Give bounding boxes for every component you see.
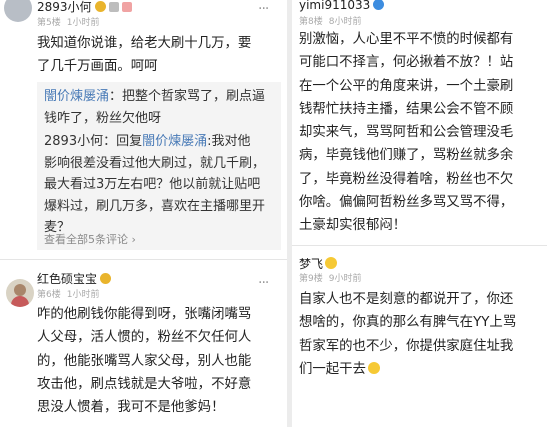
fan-badge-icon bbox=[121, 2, 132, 12]
comment-username[interactable]: 红色硕宝宝 bbox=[37, 270, 112, 287]
comment-line: 的，他能张嘴骂人家父母，别人也能 bbox=[37, 353, 252, 369]
floor-number: 第8楼 bbox=[299, 17, 323, 27]
comment-line: 思没人惯着，我可不是他爹妈！ bbox=[37, 400, 225, 416]
reply-word: ：回复 bbox=[103, 134, 143, 149]
comment-line: 了几千万画面。呵呵 bbox=[37, 59, 158, 75]
more-options-icon[interactable]: ··· bbox=[258, 1, 269, 17]
reply-target-link[interactable]: 闇价煉屡涌 bbox=[142, 134, 207, 149]
comment-line: 病，毕竟钱他们赚了，骂粉丝就多余 bbox=[299, 148, 514, 164]
winking-face-icon bbox=[325, 257, 338, 269]
comment-body: 自家人也不是刻意的都说开了，你还 想啥的，你真的那么有脾气在YY上骂 哲家军的也… bbox=[299, 288, 516, 381]
reply-text: 最大看过3万左右吧？他以前就让贴吧 bbox=[44, 177, 261, 192]
post-time: 8小时前 bbox=[328, 17, 362, 27]
reply-text: 影响很差没看过他大刷过，就几千刷， bbox=[44, 155, 266, 171]
comment-meta: 第9楼 9小时前 bbox=[299, 271, 367, 284]
post-time: 1小时前 bbox=[66, 290, 100, 300]
reply-text: 钱咋了，粉丝欠他呀 bbox=[44, 110, 162, 126]
comment-meta: 第5楼 1小时前 bbox=[37, 15, 105, 28]
reply-text: 爆料过，刷几万多，喜欢在主播哪里开 bbox=[44, 198, 266, 214]
comment-line: 可能口不择言，何必揪着不放？！站 bbox=[299, 55, 514, 71]
avatar[interactable] bbox=[4, 0, 32, 22]
comment-line: 想啥的，你真的那么有脾气在YY上骂 bbox=[299, 315, 517, 331]
username-text: 2893小何 bbox=[37, 0, 92, 14]
comment-body: 别激恼，人心里不平不愤的时候都有 可能口不择言，何必揪着不放？！站 在一个公平的… bbox=[299, 28, 513, 238]
avatar-figure-icon bbox=[14, 284, 26, 296]
more-options-icon[interactable]: ··· bbox=[258, 275, 269, 291]
level-badge-icon bbox=[100, 273, 112, 284]
chevron-right-icon: › bbox=[131, 233, 136, 246]
comment-username[interactable]: 梦飞 bbox=[299, 255, 338, 272]
floor-number: 第5楼 bbox=[37, 18, 61, 28]
comment-line: 攻击他，刷点钱就是大爷啦，不好意 bbox=[37, 376, 252, 392]
member-badge-icon bbox=[108, 2, 119, 12]
reply-text: :我对他 bbox=[207, 134, 251, 149]
post-time: 9小时前 bbox=[328, 274, 362, 284]
comment-line: 钱帮忙扶持主播，结果公会不管不顾 bbox=[299, 101, 514, 117]
verified-badge-icon bbox=[373, 0, 385, 10]
avatar[interactable] bbox=[6, 279, 34, 307]
comment-line: 们一起干去 bbox=[299, 361, 366, 377]
reply-author[interactable]: 2893小何 bbox=[44, 134, 103, 149]
username-text: 梦飞 bbox=[299, 257, 324, 271]
level-badge-icon bbox=[94, 1, 106, 12]
comment-line: 土豪却实很郁闷！ bbox=[299, 218, 407, 234]
avatar-body-icon bbox=[11, 296, 29, 307]
see-all-replies-link[interactable]: 查看全部5条评论 › bbox=[44, 231, 136, 247]
comment-body: 咋的他刷钱你能得到呀，张嘴闭嘴骂 人父母，活人惯的，粉丝不欠任何人 的，他能张嘴… bbox=[37, 303, 251, 419]
floor-number: 第6楼 bbox=[37, 290, 61, 300]
divider bbox=[0, 259, 287, 260]
comment-line: 自家人也不是刻意的都说开了，你还 bbox=[299, 292, 514, 307]
comment-line: 在一个公平的角度来讲，一个土豪刷 bbox=[299, 78, 514, 94]
comment-username[interactable]: yimi911033 bbox=[299, 0, 385, 12]
comment-line: 我知道你说谁，给老大刷十几万，要 bbox=[37, 36, 252, 51]
comment-line: 却实来气，骂骂阿哲和公会管理没毛 bbox=[299, 125, 514, 141]
comment-line: 咋的他刷钱你能得到呀，张嘴闭嘴骂 bbox=[37, 307, 252, 322]
comment-meta: 第8楼 8小时前 bbox=[299, 14, 367, 27]
divider bbox=[292, 245, 547, 246]
reply-author-link[interactable]: 闇价煉屡涌 bbox=[44, 89, 109, 104]
floor-number: 第9楼 bbox=[299, 274, 323, 284]
post-time: 1小时前 bbox=[66, 18, 100, 28]
username-text: yimi911033 bbox=[299, 0, 371, 12]
comment-username[interactable]: 2893小何 bbox=[37, 0, 132, 15]
comment-line: 你啥。偏偏阿哲粉丝多骂又骂不得， bbox=[299, 195, 514, 211]
comment-body: 我知道你说谁，给老大刷十几万，要 了几千万画面。呵呵 bbox=[37, 32, 251, 79]
comment-line: 了，毕竟粉丝没得着啥，粉丝也不欠 bbox=[299, 171, 514, 187]
comment-line: 别激恼，人心里不平不愤的时候都有 bbox=[299, 32, 514, 47]
comment-line: 哲家军的也不少，你提供家庭住址我 bbox=[299, 338, 514, 354]
reply-item[interactable]: 闇价煉屡涌：把整个哲家骂了，刷点逼 钱咋了，粉丝欠他呀 bbox=[44, 86, 265, 129]
see-all-label: 查看全部5条评论 bbox=[44, 233, 128, 246]
reply-item[interactable]: 2893小何：回复闇价煉屡涌:我对他 影响很差没看过他大刷过，就几千刷， 最大看… bbox=[44, 131, 265, 239]
comment-line: 人父母，活人惯的，粉丝不欠任何人 bbox=[37, 330, 252, 346]
comment-meta: 第6楼 1小时前 bbox=[37, 287, 105, 300]
username-text: 红色硕宝宝 bbox=[37, 272, 98, 286]
reply-text: ：把整个哲家骂了，刷点逼 bbox=[109, 89, 266, 104]
right-comment-column: yimi911033 第8楼 8小时前 别激恼，人心里不平不愤的时候都有 可能口不… bbox=[292, 0, 547, 427]
ok-hand-icon bbox=[367, 361, 380, 374]
left-comment-column: 2893小何 第5楼 1小时前 ··· 我知道你说谁，给老大刷十几万，要 了几千万… bbox=[0, 0, 287, 427]
